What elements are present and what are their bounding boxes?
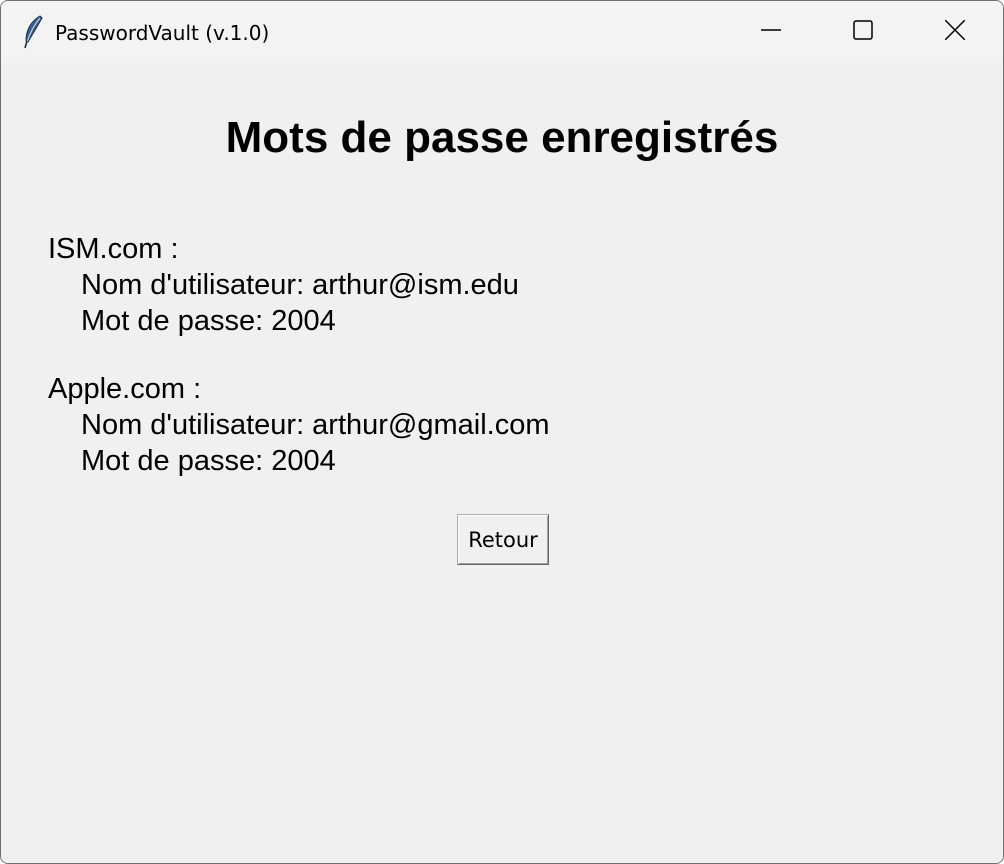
entry-site-label: ISM.com : [48, 233, 179, 265]
close-icon [944, 18, 966, 45]
entry-username: Nom d'utilisateur: arthur@ism.edu [81, 269, 519, 301]
app-window: PasswordVault (v.1.0) Mots de passe enre… [0, 0, 1004, 864]
entry-password: Mot de passe: 2004 [81, 445, 336, 477]
content-area: Mots de passe enregistrés ISM.com : Nom … [1, 63, 1003, 863]
window-title: PasswordVault (v.1.0) [55, 21, 270, 45]
minimize-icon [761, 20, 781, 45]
back-button[interactable]: Retour [457, 514, 549, 565]
maximize-button[interactable] [817, 1, 909, 63]
entry-username: Nom d'utilisateur: arthur@gmail.com [81, 409, 550, 441]
entry-password: Mot de passe: 2004 [81, 305, 336, 337]
password-list: ISM.com : Nom d'utilisateur: arthur@ism.… [48, 231, 550, 511]
password-entry: ISM.com : Nom d'utilisateur: arthur@ism.… [48, 231, 550, 339]
minimize-button[interactable] [725, 1, 817, 63]
close-button[interactable] [909, 1, 1001, 63]
feather-icon [23, 15, 45, 49]
entry-site-label: Apple.com : [48, 373, 202, 405]
maximize-icon [853, 19, 873, 45]
title-bar[interactable]: PasswordVault (v.1.0) [1, 1, 1003, 63]
password-entry: Apple.com : Nom d'utilisateur: arthur@gm… [48, 371, 550, 479]
page-title: Mots de passe enregistrés [225, 113, 779, 162]
